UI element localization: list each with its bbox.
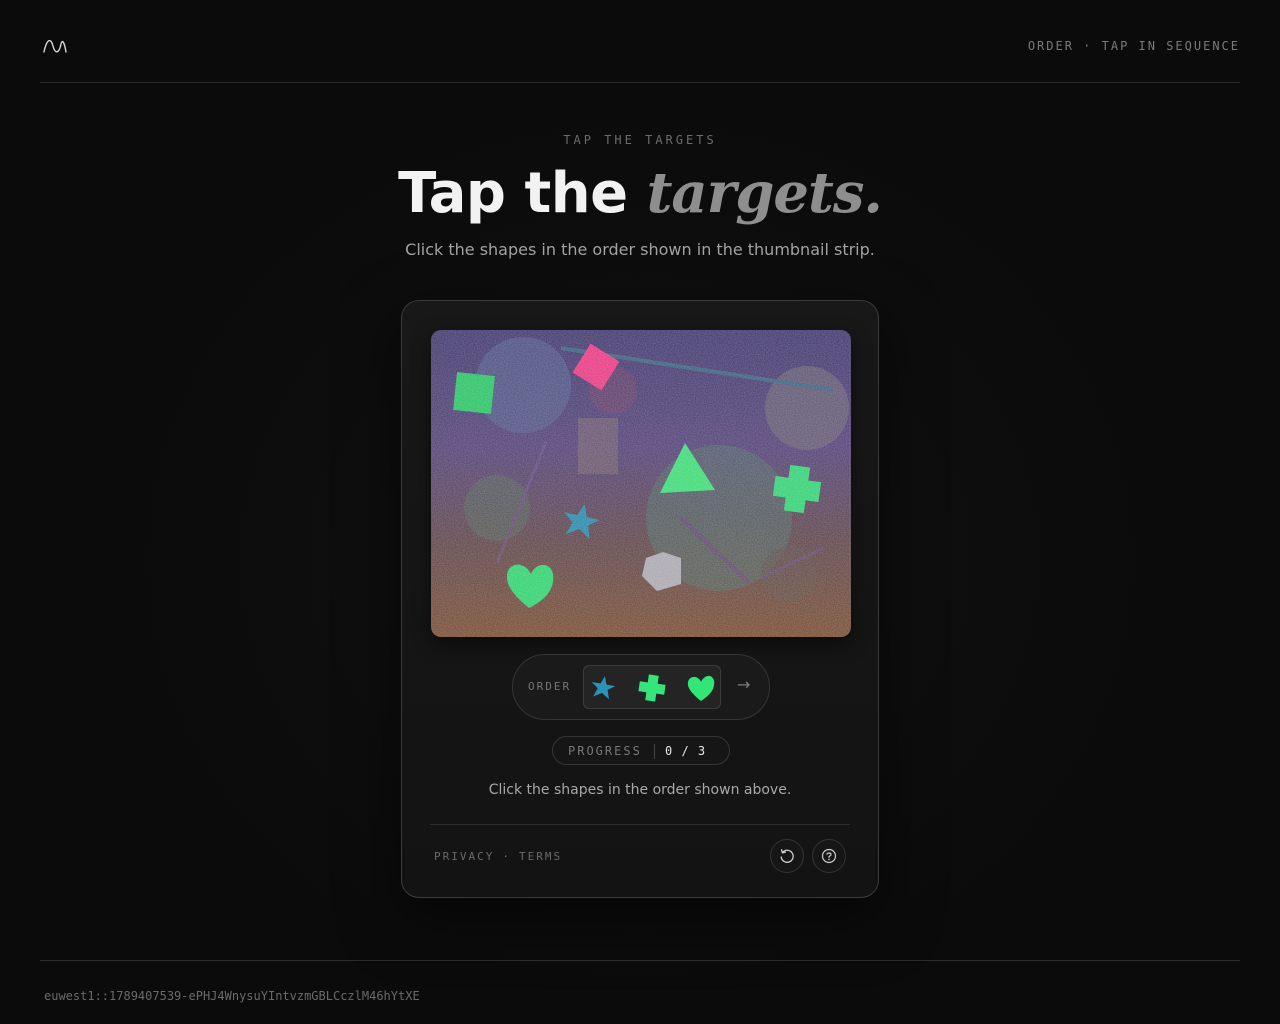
heart-icon [687, 675, 715, 701]
legal-separator: · [502, 850, 511, 863]
order-strip: ORDER → [512, 654, 770, 720]
wave-logo-icon[interactable] [42, 36, 68, 56]
refresh-icon [780, 849, 794, 863]
arrow-right-icon: → [737, 675, 751, 694]
star-icon [591, 676, 616, 700]
help-icon [821, 848, 837, 864]
order-label: ORDER [528, 680, 572, 693]
title-accent: targets. [646, 160, 883, 226]
thumbnail-strip [583, 665, 721, 709]
progress-separator [654, 744, 655, 759]
eyebrow-label: TAP THE TARGETS [563, 133, 717, 147]
progress-value: 0 / 3 [665, 744, 707, 758]
page-subtitle: Click the shapes in the order shown in t… [405, 240, 875, 259]
challenge-mode-label: ORDER · TAP IN SEQUENCE [1027, 39, 1240, 53]
bottom-bar: euwest1::1789407539-ePHJ4WnysuYIntvzmGBL… [40, 960, 1240, 1024]
title-plain: Tap the [398, 161, 628, 226]
progress-label: PROGRESS [568, 744, 642, 758]
page-title: Tap the targets. [0, 160, 1280, 227]
top-bar: ORDER · TAP IN SEQUENCE [40, 0, 1240, 83]
legal-links: PRIVACY · TERMS [434, 850, 562, 863]
session-id: euwest1::1789407539-ePHJ4WnysuYIntvzmGBL… [44, 989, 420, 1003]
terms-link[interactable]: TERMS [519, 850, 562, 863]
help-button[interactable] [812, 839, 846, 873]
challenge-card: ORDER → PROGRESS 0 / 3 Click the shapes … [401, 300, 879, 898]
progress-indicator: PROGRESS 0 / 3 [552, 736, 730, 765]
challenge-canvas[interactable] [431, 330, 851, 637]
privacy-link[interactable]: PRIVACY [434, 850, 494, 863]
card-divider [430, 824, 850, 825]
instruction-text: Click the shapes in the order shown abov… [488, 782, 792, 798]
cross-icon [638, 674, 666, 702]
refresh-button[interactable] [770, 839, 804, 873]
